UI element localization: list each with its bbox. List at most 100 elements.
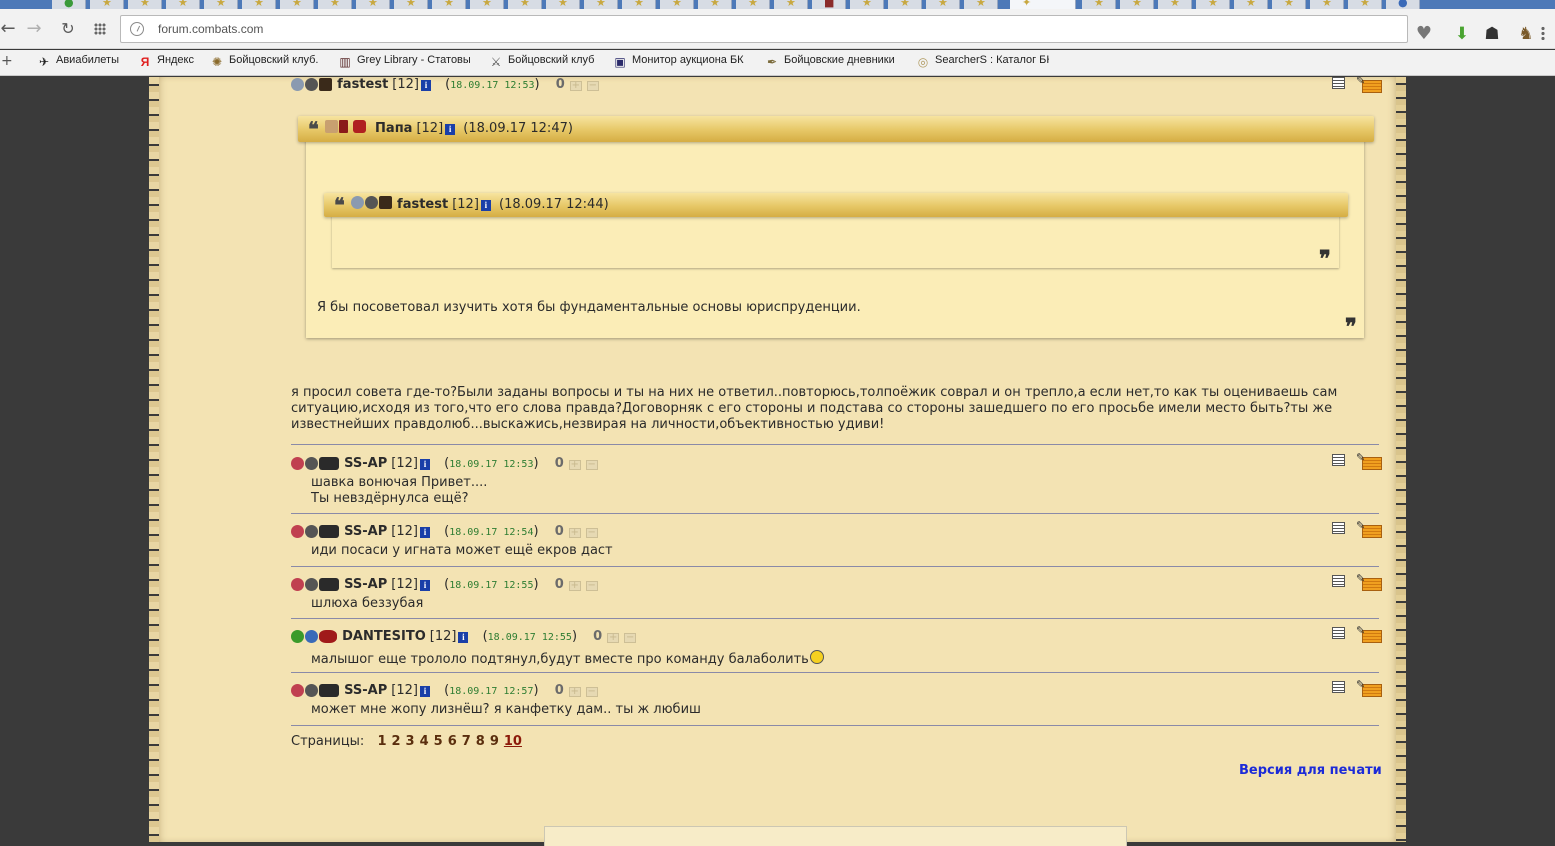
reply-post-icon[interactable] [1356,678,1382,697]
vote-plus-button[interactable]: + [569,81,582,91]
vote-minus-button[interactable]: − [624,633,637,643]
owl-extension-button[interactable]: ♞ [1514,22,1538,46]
quote-post-icon[interactable] [1332,77,1345,89]
post-author[interactable]: SS-AP [344,577,387,592]
quote-post-icon[interactable] [1332,522,1345,534]
tab[interactable]: ★ [242,0,276,9]
tab[interactable]: ★ [1158,0,1192,9]
user-info-icon[interactable]: i [420,80,431,91]
tab[interactable]: ■ [812,0,846,9]
post-author[interactable]: SS-AP [344,456,387,471]
user-info-icon[interactable]: i [419,527,430,538]
page-link-7[interactable]: 7 [462,734,471,749]
tab[interactable]: ★ [1348,0,1382,9]
site-info-icon[interactable] [130,22,144,36]
user-info-icon[interactable]: i [480,200,491,211]
tab[interactable]: ★ [736,0,770,9]
page-link-4[interactable]: 4 [420,734,429,749]
tab[interactable]: ★ [166,0,200,9]
post-author[interactable]: SS-AP [344,683,387,698]
bookmark-yandex[interactable]: Я Яндекс [137,54,194,72]
tab[interactable]: ★ [128,0,162,9]
user-info-icon[interactable]: i [445,124,456,135]
reply-post-icon[interactable] [1356,519,1382,538]
reply-post-icon[interactable] [1356,74,1382,93]
user-info-icon[interactable]: i [419,459,430,470]
tab[interactable]: ★ [546,0,580,9]
url-text[interactable]: forum.combats.com [158,22,263,36]
tab[interactable]: ★ [1196,0,1230,9]
reply-post-icon[interactable] [1356,451,1382,470]
bookmark-heart-button[interactable]: ♥ [1411,21,1437,47]
page-link-5[interactable]: 5 [434,734,443,749]
post-author[interactable]: fastest [337,77,388,92]
tab[interactable]: ★ [698,0,732,9]
tab[interactable]: ★ [774,0,808,9]
tab[interactable]: ★ [622,0,656,9]
bookmark-bk-club[interactable]: ✺ Бойцовский клуб. [209,54,319,72]
user-info-icon[interactable]: i [419,580,430,591]
vote-plus-button[interactable]: + [568,528,581,538]
tab[interactable]: ★ [1272,0,1306,9]
tab[interactable]: ★ [660,0,694,9]
tab[interactable]: ★ [964,0,998,9]
tab[interactable]: ★ [90,0,124,9]
download-extension-button[interactable]: ⬇ [1450,22,1474,46]
quote-post-icon[interactable] [1332,627,1345,639]
page-link-6[interactable]: 6 [448,734,457,749]
tab[interactable]: ● [52,0,86,9]
vote-minus-button[interactable]: − [585,687,598,697]
quote-post-icon[interactable] [1332,575,1345,587]
post-author[interactable]: DANTESITO [342,629,426,644]
tab[interactable]: ★ [1310,0,1344,9]
back-button[interactable]: ← [0,17,20,41]
tab[interactable]: ★ [1120,0,1154,9]
tab[interactable]: ★ [356,0,390,9]
vote-plus-button[interactable]: + [568,687,581,697]
page-link-current[interactable]: 10 [504,734,522,749]
tab[interactable]: ★ [508,0,542,9]
tab[interactable]: ★ [584,0,618,9]
vote-plus-button[interactable]: + [607,633,620,643]
tab[interactable]: ★ [926,0,960,9]
tab[interactable]: ★ [394,0,428,9]
hat-extension-button[interactable]: ☗ [1480,22,1504,46]
bookmark-aviabilety[interactable]: ✈ Авиабилеты [36,54,119,72]
reply-post-icon[interactable] [1356,624,1382,643]
tab[interactable]: ★ [1234,0,1268,9]
add-bookmark-plus-icon[interactable]: + [1,53,13,69]
browser-menu-button[interactable] [1541,26,1545,40]
tab[interactable]: ★ [280,0,314,9]
vote-minus-button[interactable]: − [585,528,598,538]
bookmark-auction-monitor[interactable]: ▣ Монитор аукциона БК [612,54,744,72]
reload-button[interactable]: ↻ [56,17,80,41]
address-bar[interactable]: forum.combats.com [120,15,1408,43]
page-link-8[interactable]: 8 [476,734,485,749]
tab[interactable]: ★ [850,0,884,9]
bookmark-bk-diaries[interactable]: ✒ Бойцовские дневники [764,54,896,72]
tab-active[interactable]: ✦ [1010,0,1076,9]
quote-author[interactable]: fastest [397,197,448,212]
reply-post-icon[interactable] [1356,572,1382,591]
apps-button[interactable] [88,17,112,41]
user-info-icon[interactable]: i [458,632,469,643]
vote-minus-button[interactable]: − [585,460,598,470]
bookmark-searchers[interactable]: ◎ SearcherS : Каталог БК [915,54,1049,72]
tab[interactable]: ★ [470,0,504,9]
tab[interactable]: ★ [318,0,352,9]
page-link-1[interactable]: 1 [377,734,386,749]
vote-plus-button[interactable]: + [568,581,581,591]
forward-button[interactable]: → [22,17,46,41]
user-info-icon[interactable]: i [419,686,430,697]
post-author[interactable]: SS-AP [344,524,387,539]
tab[interactable]: ★ [432,0,466,9]
tab[interactable]: ★ [888,0,922,9]
vote-minus-button[interactable]: − [585,581,598,591]
quote-post-icon[interactable] [1332,454,1345,466]
bookmark-bk-club-2[interactable]: ⚔ Бойцовский клуб [488,54,595,72]
quote-author[interactable]: Папа [375,121,412,136]
quote-post-icon[interactable] [1332,681,1345,693]
page-link-2[interactable]: 2 [392,734,401,749]
page-link-9[interactable]: 9 [490,734,499,749]
tab[interactable]: ★ [1082,0,1116,9]
